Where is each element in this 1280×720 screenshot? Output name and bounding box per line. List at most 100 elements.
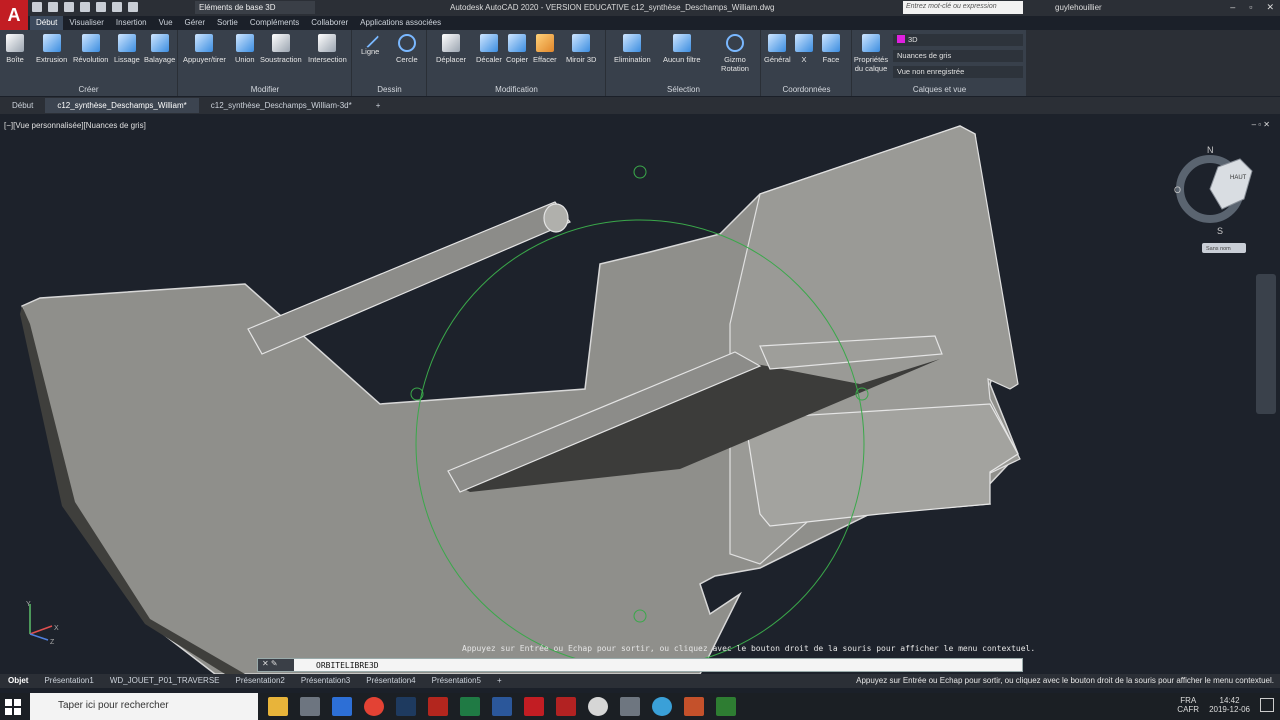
acrobat-icon[interactable] [428,697,448,716]
tab-sortie[interactable]: Sortie [211,16,244,30]
undo-icon[interactable] [112,2,122,12]
deplacer-button[interactable]: Déplacer [436,34,466,64]
panel-title[interactable]: Coordonnées [762,85,851,94]
tab-gerer[interactable]: Gérer [179,16,211,30]
drawing-viewport[interactable]: [−][Vue personnalisée][Nuances de gris] … [0,114,1280,674]
tab-collaborer[interactable]: Collaborer [305,16,354,30]
command-close-icon[interactable]: ✕ ✎ [258,659,294,671]
app-arrow-icon[interactable] [332,697,352,716]
plot-icon[interactable] [96,2,106,12]
workspace-select[interactable]: Eléments de base 3D [195,1,315,14]
intersection-button[interactable]: Intersection [308,34,347,64]
app-misc-icon[interactable] [620,697,640,716]
lang-label: FRA [1180,696,1197,705]
layout-tab-presentation4[interactable]: Présentation4 [358,674,423,688]
miroir3d-button[interactable]: Miroir 3D [566,34,596,64]
subtract-icon [271,34,290,52]
powerpoint-icon[interactable] [684,697,704,716]
file-tab-synthese[interactable]: c12_synthèse_Deschamps_William* [45,98,199,113]
solidworks-icon[interactable] [556,697,576,716]
taskbar-search-input[interactable]: Taper ici pour rechercher [30,693,258,720]
file-explorer-icon[interactable] [268,697,288,716]
general-ucs-button[interactable]: Général [764,34,791,64]
calculator-icon[interactable] [300,697,320,716]
rod-end [543,203,569,233]
aucun-filtre-button[interactable]: Aucun filtre [663,34,701,64]
user-name[interactable]: guylehouillier [1055,3,1102,12]
gizmo-rotation-button[interactable]: Gizmo Rotation [717,34,753,73]
panel-title[interactable]: Créer [0,85,177,94]
navigation-bar[interactable] [1256,274,1276,414]
visual-style-select[interactable]: Nuances de gris [893,50,1023,62]
layer-properties-button[interactable]: Propriétés du calque [853,34,889,73]
clock[interactable]: 14:42 2019-12-06 [1209,696,1250,714]
layout-tab-presentation2[interactable]: Présentation2 [228,674,293,688]
panel-title[interactable]: Calques et vue [853,85,1026,94]
layer-select[interactable]: 3D [893,34,1023,46]
soustraction-button[interactable]: Soustraction [260,34,302,64]
layout-tab-presentation3[interactable]: Présentation3 [293,674,358,688]
file-tab-synthese-3d[interactable]: c12_synthèse_Deschamps_William-3d* [199,98,364,113]
lissage-button[interactable]: Lissage [114,34,140,64]
notification-icon[interactable] [1260,698,1274,712]
tab-complements[interactable]: Compléments [244,16,305,30]
cercle-button[interactable]: Cercle [396,34,418,64]
revolution-button[interactable]: Révolution [73,34,108,64]
word-icon[interactable] [492,697,512,716]
save-icon[interactable] [64,2,74,12]
app-blue-icon[interactable] [652,697,672,716]
autocad-taskbar-icon[interactable] [524,697,544,716]
photoshop-icon[interactable] [396,697,416,716]
layout-tab-presentation5[interactable]: Présentation5 [424,674,489,688]
save-as-icon[interactable] [80,2,90,12]
panel-title[interactable]: Dessin [353,85,426,94]
layout-tab-presentation1[interactable]: Présentation1 [36,674,101,688]
face-ucs-button[interactable]: Face [822,34,840,64]
app-circle-icon[interactable] [588,697,608,716]
layout-tab-objet[interactable]: Objet [0,674,36,688]
windows-start-icon[interactable] [4,698,22,716]
autocad-logo-icon[interactable]: A [0,0,28,30]
app-green-icon[interactable] [716,697,736,716]
tool-label: Gizmo Rotation [721,55,749,73]
layout-tab-traverse[interactable]: WD_JOUET_P01_TRAVERSE [102,674,228,688]
tab-vue[interactable]: Vue [153,16,179,30]
excel-icon[interactable] [460,697,480,716]
open-icon[interactable] [48,2,58,12]
tool-label: Intersection [308,55,347,64]
tab-debut[interactable]: Début [30,16,64,30]
command-input[interactable]: ORBITELIBRE3D [316,661,379,670]
tab-applications[interactable]: Applications associées [354,16,447,30]
elimination-button[interactable]: Elimination [614,34,651,64]
appuyer-tirer-button[interactable]: Appuyer/tirer [183,34,226,64]
file-tab-debut[interactable]: Début [0,98,45,113]
panel-title[interactable]: Modification [428,85,605,94]
named-view-select[interactable]: Vue non enregistrée [893,66,1023,78]
balayage-button[interactable]: Balayage [144,34,175,64]
new-icon[interactable] [32,2,42,12]
decaler-button[interactable]: Décaler [476,34,502,64]
tool-label: Cercle [396,55,418,64]
add-layout-button[interactable]: + [489,674,510,688]
effacer-button[interactable]: Effacer [533,34,557,64]
x-ucs-button[interactable]: X [795,34,813,64]
system-tray[interactable]: FRA CAFR 14:42 2019-12-06 [1177,696,1274,714]
chrome-icon[interactable] [364,697,384,716]
extrusion-button[interactable]: Extrusion [36,34,67,64]
copier-button[interactable]: Copier [506,34,528,64]
language-indicator[interactable]: FRA CAFR [1177,696,1199,714]
maximize-icon[interactable]: ▫ [1249,2,1252,13]
redo-icon[interactable] [128,2,138,12]
close-icon[interactable]: ✕ [1266,2,1274,13]
new-tab-button[interactable]: + [364,98,393,113]
panel-title[interactable]: Modifier [179,85,351,94]
minimize-icon[interactable]: – [1230,2,1235,13]
tab-insertion[interactable]: Insertion [110,16,153,30]
tab-visualiser[interactable]: Visualiser [63,16,110,30]
ligne-button[interactable]: Ligne [360,29,380,56]
union-button[interactable]: Union [235,34,255,64]
box-button[interactable]: Boîte [6,34,24,64]
search-input[interactable]: Entrez mot-clé ou expression [903,1,1023,14]
tool-label: X [801,55,807,64]
command-line[interactable]: ✕ ✎ ORBITELIBRE3D [257,658,1023,672]
